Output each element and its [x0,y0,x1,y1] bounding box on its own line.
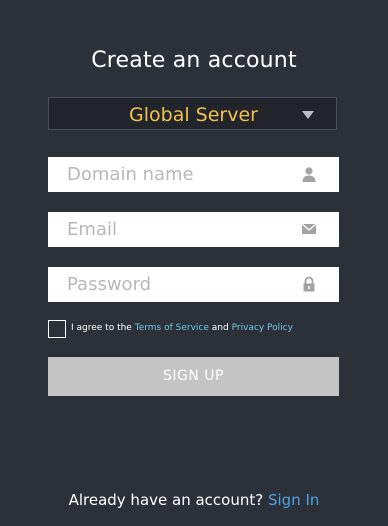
envelope-icon [301,223,317,234]
agreement-text: I agree to the Terms of Service and Priv… [71,323,293,333]
email-input[interactable] [48,212,293,247]
agreement-row: I agree to the Terms of Service and Priv… [48,320,348,339]
server-select-value: Global Server [129,104,258,126]
privacy-policy-link[interactable]: Privacy Policy [232,323,293,333]
domain-field [48,157,339,192]
sign-up-button[interactable]: SIGN UP [48,357,339,396]
caret-down-icon [302,111,314,119]
terms-of-service-link[interactable]: Terms of Service [135,323,209,333]
password-input[interactable] [48,267,293,302]
agreement-and: and [211,323,229,333]
signin-prompt: Already have an account? [68,491,264,509]
lock-icon [303,276,315,292]
page-title: Create an account [91,48,297,73]
domain-input[interactable] [48,157,293,192]
footer-signin: Already have an account? Sign In [0,491,388,509]
person-icon [302,167,316,182]
sign-in-link[interactable]: Sign In [268,491,319,509]
agreement-prefix: I agree to the [71,323,132,333]
password-field [48,267,339,302]
email-field [48,212,339,247]
server-select[interactable]: Global Server [48,97,337,130]
agree-checkbox[interactable] [48,320,66,338]
